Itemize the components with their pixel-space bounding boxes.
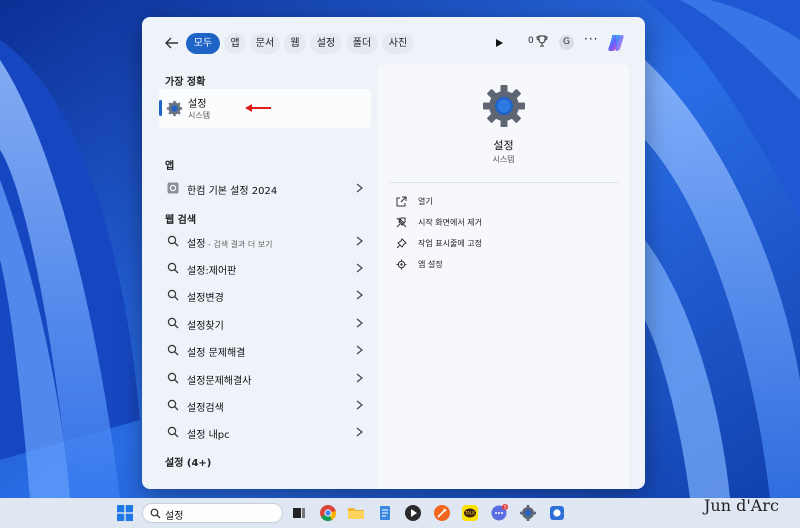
kakaotalk-icon[interactable]: TALK: [461, 504, 479, 522]
apps-heading: 앱: [165, 161, 175, 172]
hancom-settings-icon: [167, 182, 179, 194]
app-icon[interactable]: [548, 504, 566, 522]
divider: [390, 182, 619, 183]
search-icon: [167, 372, 179, 384]
copilot-icon[interactable]: [606, 33, 626, 53]
task-view-icon[interactable]: [290, 504, 308, 522]
taskbar: 설정 TALK 5: [0, 498, 800, 528]
web-result-label: 설정검색: [187, 403, 224, 414]
pin-taskbar-action[interactable]: 작업 표시줄에 고정: [396, 236, 596, 252]
search-filter-bar: 모두 앱 문서 웹 설정 폴더 사진 0 G ···: [142, 17, 645, 69]
app-result-item[interactable]: 한컴 기본 설정 2024: [159, 175, 371, 202]
search-icon: [167, 289, 179, 301]
notepad-icon[interactable]: [376, 504, 394, 522]
taskbar-search-box[interactable]: 설정: [142, 503, 283, 523]
reward-count: 0: [528, 36, 534, 46]
search-icon: [167, 317, 179, 329]
chevron-right-icon: [356, 427, 363, 437]
play-icon[interactable]: [494, 38, 504, 48]
best-match-subtitle: 시스템: [188, 111, 211, 120]
best-match-title: 설정: [188, 99, 207, 110]
chevron-right-icon: [356, 263, 363, 273]
chrome-icon[interactable]: [319, 504, 337, 522]
best-match-heading: 가장 정확: [165, 77, 206, 88]
web-result-item[interactable]: 설정 - 검색 결과 더 보기: [159, 228, 371, 255]
web-result-item[interactable]: 설정:제어판: [159, 255, 371, 282]
search-icon: [167, 262, 179, 274]
action-label: 앱 설정: [418, 260, 443, 269]
open-action[interactable]: 열기: [396, 194, 596, 210]
detail-title: 설정: [493, 139, 514, 152]
media-player-icon[interactable]: [404, 504, 422, 522]
more-options-icon[interactable]: ···: [584, 32, 598, 46]
filter-web[interactable]: 웹: [284, 33, 306, 54]
detail-pane: 설정 시스템 열기 시작 화면에서 제거 작업 표시줄에 고정 앱 설정: [378, 64, 629, 489]
web-result-label: 설정변경: [187, 293, 224, 304]
file-explorer-icon[interactable]: [347, 504, 365, 522]
chevron-right-icon: [356, 345, 363, 355]
selection-indicator: [159, 100, 162, 116]
chevron-right-icon: [356, 318, 363, 328]
filter-photos[interactable]: 사진: [382, 33, 414, 54]
chat-icon[interactable]: 5: [490, 504, 508, 522]
filter-settings[interactable]: 설정: [310, 33, 342, 54]
detail-subtitle: 시스템: [492, 155, 515, 164]
web-result-label: 설정: [187, 239, 206, 250]
gear-icon: [396, 259, 407, 270]
chevron-right-icon: [356, 183, 363, 193]
filter-apps[interactable]: 앱: [224, 33, 246, 54]
open-external-icon: [396, 196, 407, 207]
back-arrow-icon[interactable]: [164, 35, 180, 51]
watermark-signature: Jun d'Arc: [704, 496, 779, 515]
web-result-label: 설정문제해결사: [187, 376, 252, 387]
app-settings-action[interactable]: 앱 설정: [396, 257, 596, 273]
chevron-right-icon: [356, 236, 363, 246]
search-icon: [167, 235, 179, 247]
action-label: 작업 표시줄에 고정: [418, 239, 482, 248]
web-result-label: 설정 내pc: [187, 430, 230, 441]
search-icon: [167, 344, 179, 356]
settings-gear-icon: [483, 85, 525, 127]
pin-icon: [396, 238, 407, 249]
unpin-icon: [396, 217, 407, 228]
web-result-item[interactable]: 설정검색: [159, 392, 371, 419]
web-result-item[interactable]: 설정변경: [159, 282, 371, 309]
web-result-label: 설정:제어판: [187, 266, 237, 277]
web-search-heading: 웹 검색: [165, 215, 197, 226]
web-result-label: 설정찾기: [187, 321, 224, 332]
chevron-right-icon: [356, 400, 363, 410]
more-settings-heading[interactable]: 설정 (4+): [165, 454, 211, 469]
web-result-item[interactable]: 설정 문제해결: [159, 337, 371, 364]
filter-folders[interactable]: 폴더: [346, 33, 378, 54]
search-icon: [167, 399, 179, 411]
web-result-label: 설정 문제해결: [187, 348, 246, 359]
windows-start-icon[interactable]: [117, 505, 133, 521]
search-icon: [167, 426, 179, 438]
settings-icon[interactable]: [519, 504, 537, 522]
pen-icon[interactable]: [433, 504, 451, 522]
account-avatar[interactable]: G: [559, 35, 574, 50]
best-match-item[interactable]: 설정 시스템: [159, 89, 371, 128]
web-result-item[interactable]: 설정문제해결사: [159, 365, 371, 392]
trophy-icon[interactable]: [536, 35, 548, 47]
filter-documents[interactable]: 문서: [250, 33, 280, 54]
action-label: 열기: [418, 197, 433, 206]
results-list: 가장 정확 설정 시스템 앱 한컴 기본 설정 2024 웹 검색 설정 - 검…: [142, 69, 378, 489]
filter-all[interactable]: 모두: [186, 33, 220, 54]
kakaotalk-label: TALK: [464, 511, 475, 516]
chevron-right-icon: [356, 290, 363, 300]
start-search-panel: 모두 앱 문서 웹 설정 폴더 사진 0 G ··· 가장 정확 설정 시스템 …: [142, 17, 645, 489]
taskbar-search-value[interactable]: 설정: [165, 507, 183, 522]
action-label: 시작 화면에서 제거: [418, 218, 482, 227]
app-result-label: 한컴 기본 설정 2024: [187, 186, 278, 197]
web-result-suffix: - 검색 결과 더 보기: [205, 240, 273, 249]
settings-gear-icon: [166, 100, 183, 117]
search-icon: [150, 508, 161, 519]
red-arrow-annotation: [245, 104, 271, 112]
chevron-right-icon: [356, 373, 363, 383]
web-result-item[interactable]: 설정찾기: [159, 310, 371, 337]
unpin-start-action[interactable]: 시작 화면에서 제거: [396, 215, 596, 231]
web-result-item[interactable]: 설정 내pc: [159, 419, 371, 446]
chat-badge-count: 5: [504, 505, 507, 511]
